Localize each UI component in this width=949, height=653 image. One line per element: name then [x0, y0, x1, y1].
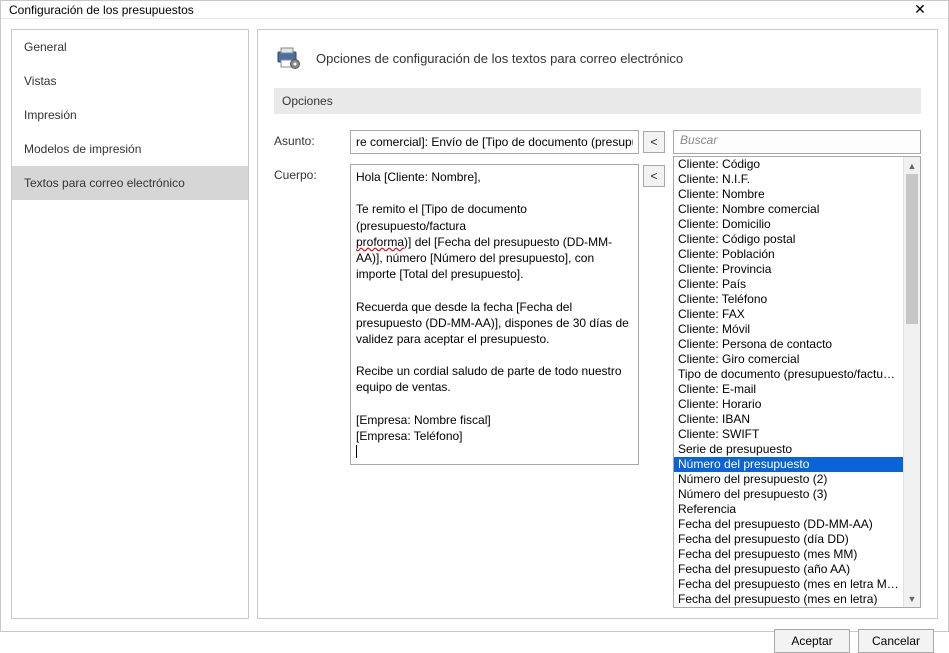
search-input[interactable]: Buscar — [673, 130, 921, 154]
list-item[interactable]: Número del presupuesto (3) — [674, 487, 903, 502]
list-item[interactable]: Serie de presupuesto — [674, 442, 903, 457]
scroll-track[interactable] — [904, 174, 920, 590]
scroll-up-icon[interactable]: ▲ — [904, 157, 920, 174]
list-item[interactable]: Fecha del presupuesto (mes en letra) — [674, 592, 903, 607]
sidebar-item-textos-correo[interactable]: Textos para correo electrónico — [12, 166, 248, 200]
accept-button[interactable]: Aceptar — [774, 629, 850, 653]
list-item[interactable]: Cliente: Código postal — [674, 232, 903, 247]
sidebar: General Vistas Impresión Modelos de impr… — [11, 29, 249, 619]
list-item[interactable]: Cliente: País — [674, 277, 903, 292]
listbox-scrollbar[interactable]: ▲ ▼ — [903, 157, 920, 607]
dialog-window: Configuración de los presupuestos ✕ Gene… — [0, 0, 949, 632]
list-item[interactable]: Cliente: E-mail — [674, 382, 903, 397]
dialog-footer: Aceptar Cancelar — [1, 629, 948, 653]
subject-row: Asunto: < — [274, 130, 665, 154]
list-item[interactable]: Fecha del presupuesto (mes en letra MMM) — [674, 577, 903, 592]
list-item[interactable]: Tipo de documento (presupuesto/factura p… — [674, 367, 903, 382]
list-item[interactable]: Cliente: Código — [674, 157, 903, 172]
window-title: Configuración de los presupuestos — [9, 3, 194, 17]
list-item[interactable]: Cliente: FAX — [674, 307, 903, 322]
insert-subject-button[interactable]: < — [643, 131, 665, 153]
dialog-body: General Vistas Impresión Modelos de impr… — [1, 19, 948, 629]
form-column: Asunto: < Cuerpo: Hola [Cliente: Nombre]… — [274, 130, 665, 608]
list-item[interactable]: Número del presupuesto (2) — [674, 472, 903, 487]
panel-header: Opciones de configuración de los textos … — [274, 46, 921, 70]
close-icon[interactable]: ✕ — [900, 1, 940, 18]
insert-body-button[interactable]: < — [643, 165, 665, 187]
list-item[interactable]: Fecha del presupuesto (DD-MM-AA) — [674, 517, 903, 532]
body-label: Cuerpo: — [274, 164, 346, 182]
sidebar-item-vistas[interactable]: Vistas — [12, 64, 248, 98]
list-item[interactable]: Cliente: Nombre — [674, 187, 903, 202]
list-item[interactable]: Fecha del presupuesto (mes MM) — [674, 547, 903, 562]
list-item[interactable]: Fecha del presupuesto (día DD) — [674, 532, 903, 547]
list-item[interactable]: Cliente: Móvil — [674, 322, 903, 337]
list-item[interactable]: Cliente: SWIFT — [674, 427, 903, 442]
body-textarea[interactable]: Hola [Cliente: Nombre], Te remito el [Ti… — [350, 164, 639, 465]
list-item[interactable]: Fecha del presupuesto (año AA) — [674, 562, 903, 577]
fields-column: Buscar Cliente: CódigoCliente: N.I.F.Cli… — [673, 130, 921, 608]
list-item[interactable]: Cliente: Teléfono — [674, 292, 903, 307]
sidebar-item-general[interactable]: General — [12, 30, 248, 64]
list-item[interactable]: Cliente: Giro comercial — [674, 352, 903, 367]
cancel-button[interactable]: Cancelar — [858, 629, 934, 653]
titlebar: Configuración de los presupuestos ✕ — [1, 1, 948, 19]
list-item[interactable]: Referencia — [674, 502, 903, 517]
scroll-down-icon[interactable]: ▼ — [904, 590, 920, 607]
sidebar-item-modelos[interactable]: Modelos de impresión — [12, 132, 248, 166]
main-panel: Opciones de configuración de los textos … — [257, 29, 938, 619]
field-listbox[interactable]: Cliente: CódigoCliente: N.I.F.Cliente: N… — [673, 156, 921, 608]
list-item[interactable]: Cliente: Población — [674, 247, 903, 262]
subject-label: Asunto: — [274, 130, 346, 148]
options-content: Asunto: < Cuerpo: Hola [Cliente: Nombre]… — [274, 130, 921, 608]
section-opciones: Opciones — [274, 88, 921, 114]
list-item[interactable]: Cliente: Domicilio — [674, 217, 903, 232]
list-item[interactable]: Número del presupuesto — [674, 457, 903, 472]
body-row: Cuerpo: Hola [Cliente: Nombre], Te remit… — [274, 164, 665, 608]
list-item[interactable]: Cliente: Nombre comercial — [674, 202, 903, 217]
printer-settings-icon — [274, 46, 302, 70]
list-item[interactable]: Cliente: Provincia — [674, 262, 903, 277]
body-wrap: Hola [Cliente: Nombre], Te remito el [Ti… — [350, 164, 665, 465]
list-item[interactable]: Cliente: Persona de contacto — [674, 337, 903, 352]
list-item[interactable]: Cliente: IBAN — [674, 412, 903, 427]
panel-title: Opciones de configuración de los textos … — [316, 51, 683, 66]
list-item[interactable]: Cliente: N.I.F. — [674, 172, 903, 187]
scroll-thumb[interactable] — [906, 174, 918, 324]
subject-input[interactable] — [350, 130, 639, 154]
list-item[interactable]: Cliente: Horario — [674, 397, 903, 412]
sidebar-item-impresion[interactable]: Impresión — [12, 98, 248, 132]
